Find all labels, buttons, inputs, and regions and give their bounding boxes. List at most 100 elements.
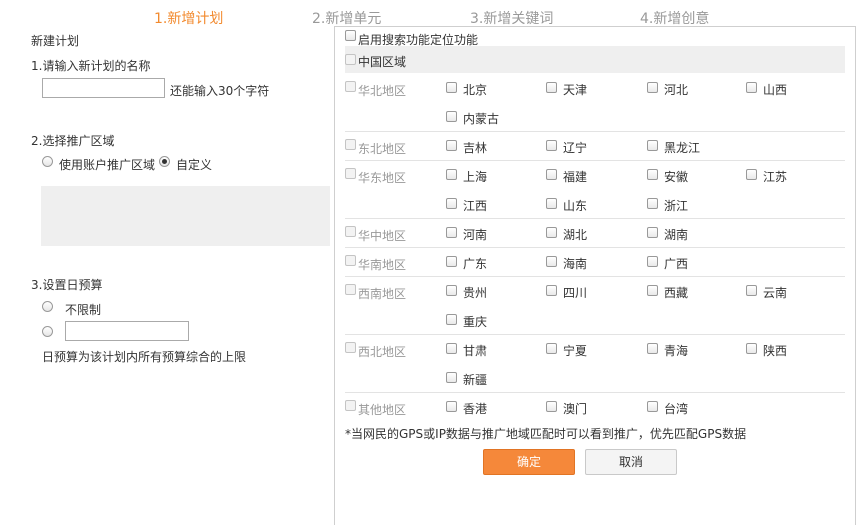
province-checkbox[interactable] (446, 256, 457, 267)
province-label: 黑龙江 (664, 141, 701, 155)
radio-custom-region[interactable] (159, 156, 170, 167)
selected-regions-box (41, 186, 330, 246)
cancel-button[interactable]: 取消 (585, 449, 677, 475)
region-divider (345, 218, 845, 219)
province-checkbox[interactable] (446, 111, 457, 122)
step-3: 3.新增关键词 (470, 11, 554, 27)
province-label: 新疆 (463, 373, 488, 387)
province-checkbox[interactable] (746, 343, 757, 354)
province-checkbox[interactable] (446, 401, 457, 412)
province-checkbox[interactable] (446, 198, 457, 209)
province-checkbox[interactable] (546, 256, 557, 267)
region-group-checkbox[interactable] (345, 284, 356, 295)
plan-name-input[interactable] (42, 78, 165, 98)
province-label: 吉林 (463, 141, 488, 155)
province-label: 安徽 (664, 170, 689, 184)
province-label: 宁夏 (563, 344, 588, 358)
province-label: 海南 (563, 257, 588, 271)
province-checkbox[interactable] (647, 169, 658, 180)
region-group-checkbox[interactable] (345, 255, 356, 266)
province-checkbox[interactable] (647, 285, 658, 296)
province-checkbox[interactable] (446, 227, 457, 238)
radio-account-region-label: 使用账户推广区域 (59, 158, 156, 172)
confirm-button[interactable]: 确定 (483, 449, 575, 475)
region-group-checkbox[interactable] (345, 342, 356, 353)
radio-budget-unlimited[interactable] (42, 301, 53, 312)
province-label: 浙江 (664, 199, 689, 213)
province-checkbox[interactable] (546, 227, 557, 238)
province-label: 山东 (563, 199, 588, 213)
province-label: 河南 (463, 228, 488, 242)
plan-name-label: 1.请输入新计划的名称 (31, 59, 151, 73)
region-group-label: 西南地区 (358, 287, 407, 301)
province-label: 广西 (664, 257, 689, 271)
radio-budget-custom[interactable] (42, 326, 53, 337)
province-label: 青海 (664, 344, 689, 358)
region-group-label: 东北地区 (358, 142, 407, 156)
province-label: 上海 (463, 170, 488, 184)
province-label: 甘肃 (463, 344, 488, 358)
province-checkbox[interactable] (546, 285, 557, 296)
province-label: 湖南 (664, 228, 689, 242)
region-divider (345, 160, 845, 161)
plan-name-hint: 还能输入30个字符 (170, 84, 270, 98)
region-group-checkbox[interactable] (345, 168, 356, 179)
province-checkbox[interactable] (446, 285, 457, 296)
province-label: 重庆 (463, 315, 488, 329)
province-label: 山西 (763, 83, 788, 97)
step-4: 4.新增创意 (640, 11, 710, 27)
region-divider (345, 392, 845, 393)
province-checkbox[interactable] (446, 82, 457, 93)
section-title: 新建计划 (31, 34, 80, 48)
province-label: 北京 (463, 83, 488, 97)
province-label: 云南 (763, 286, 788, 300)
budget-input[interactable] (65, 321, 189, 341)
province-checkbox[interactable] (546, 401, 557, 412)
province-label: 江西 (463, 199, 488, 213)
region-divider (345, 131, 845, 132)
region-group-label: 华北地区 (358, 84, 407, 98)
plan-form: 新建计划 1.请输入新计划的名称 还能输入30个字符 2.选择推广区域 使用账户… (0, 0, 335, 525)
province-label: 四川 (563, 286, 588, 300)
radio-custom-region-label: 自定义 (176, 158, 213, 172)
province-checkbox[interactable] (446, 169, 457, 180)
region-group-label: 华东地区 (358, 171, 407, 185)
budget-label: 3.设置日预算 (31, 278, 103, 292)
province-checkbox[interactable] (647, 140, 658, 151)
region-group-checkbox[interactable] (345, 139, 356, 150)
province-checkbox[interactable] (746, 285, 757, 296)
province-checkbox[interactable] (446, 343, 457, 354)
province-checkbox[interactable] (746, 169, 757, 180)
radio-account-region[interactable] (42, 156, 53, 167)
province-checkbox[interactable] (546, 140, 557, 151)
region-group-checkbox[interactable] (345, 81, 356, 92)
region-group-label: 华中地区 (358, 229, 407, 243)
province-label: 西藏 (664, 286, 689, 300)
search-location-checkbox[interactable] (345, 30, 356, 41)
region-group-checkbox[interactable] (345, 226, 356, 237)
province-checkbox[interactable] (446, 372, 457, 383)
province-checkbox[interactable] (647, 82, 658, 93)
province-checkbox[interactable] (647, 401, 658, 412)
province-checkbox[interactable] (546, 343, 557, 354)
province-label: 辽宁 (563, 141, 588, 155)
region-label: 2.选择推广区域 (31, 134, 115, 148)
province-checkbox[interactable] (746, 82, 757, 93)
province-label: 河北 (664, 83, 689, 97)
province-checkbox[interactable] (546, 169, 557, 180)
region-divider (345, 334, 845, 335)
gps-note: *当网民的GPS或IP数据与推广地域匹配时可以看到推广，优先匹配GPS数据 (345, 427, 747, 441)
province-checkbox[interactable] (446, 314, 457, 325)
province-checkbox[interactable] (446, 140, 457, 151)
province-checkbox[interactable] (546, 198, 557, 209)
province-label: 台湾 (664, 402, 689, 416)
region-group-checkbox[interactable] (345, 400, 356, 411)
province-checkbox[interactable] (647, 227, 658, 238)
province-label: 贵州 (463, 286, 488, 300)
china-region-label: 中国区域 (358, 55, 407, 69)
china-region-checkbox[interactable] (345, 54, 356, 65)
province-checkbox[interactable] (647, 343, 658, 354)
province-checkbox[interactable] (647, 198, 658, 209)
province-checkbox[interactable] (546, 82, 557, 93)
province-checkbox[interactable] (647, 256, 658, 267)
